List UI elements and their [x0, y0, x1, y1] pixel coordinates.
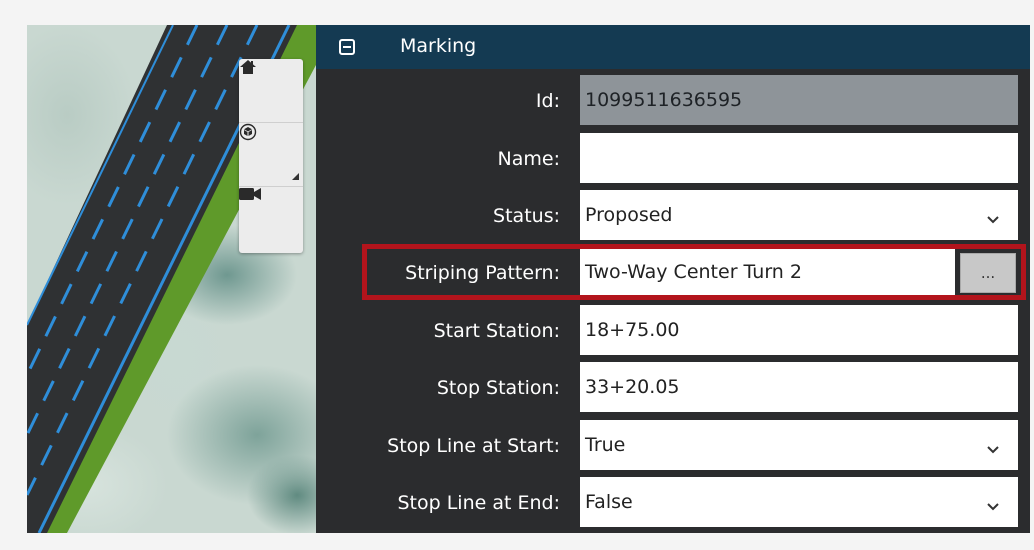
stop-line-at-start-value: True [585, 434, 626, 456]
home-view-button[interactable] [239, 59, 303, 123]
row-status: Status: Proposed [316, 190, 1030, 242]
map-viewport[interactable] [27, 25, 316, 533]
start-station-label: Start Station: [433, 320, 560, 342]
striping-pattern-input[interactable]: Two-Way Center Turn 2 [580, 247, 955, 297]
panel-header: Marking [316, 25, 1030, 69]
chevron-down-icon [986, 207, 1000, 229]
chevron-down-icon [986, 437, 1000, 459]
id-label: Id: [535, 90, 560, 112]
stop-station-label: Stop Station: [436, 377, 560, 399]
striping-pattern-browse-button[interactable]: ... [960, 253, 1016, 293]
row-stop-station: Stop Station: 33+20.05 [316, 362, 1030, 414]
status-select[interactable]: Proposed [580, 190, 1018, 240]
row-name: Name: [316, 133, 1030, 185]
row-stop-line-at-end: Stop Line at End: False [316, 477, 1030, 529]
row-stop-line-at-start: Stop Line at Start: True [316, 420, 1030, 472]
striping-pattern-label: Striping Pattern: [405, 262, 560, 284]
stop-line-at-end-label: Stop Line at End: [397, 492, 560, 514]
map-navigation-toolbar [239, 59, 303, 253]
row-striping-pattern: Striping Pattern: Two-Way Center Turn 2 … [316, 247, 1030, 299]
row-id: Id: 1099511636595 [316, 75, 1030, 127]
start-station-input[interactable]: 18+75.00 [580, 305, 1018, 355]
application-window: Marking Id: 1099511636595 Name: Status: … [27, 25, 1030, 533]
stop-line-at-end-select[interactable]: False [580, 477, 1018, 527]
view-cube-button[interactable] [239, 123, 303, 187]
stop-line-at-start-label: Stop Line at Start: [387, 435, 560, 457]
status-label: Status: [493, 205, 560, 227]
name-label: Name: [497, 148, 560, 170]
stop-line-at-start-select[interactable]: True [580, 420, 1018, 470]
name-input[interactable] [580, 133, 1018, 183]
status-value: Proposed [585, 204, 673, 226]
panel-title: Marking [400, 35, 477, 57]
id-field: 1099511636595 [580, 75, 1018, 125]
row-start-station: Start Station: 18+75.00 [316, 305, 1030, 357]
stop-station-input[interactable]: 33+20.05 [580, 362, 1018, 412]
collapse-icon[interactable] [339, 39, 355, 55]
screenshot-frame: Marking Id: 1099511636595 Name: Status: … [0, 0, 1034, 550]
camera-button[interactable] [239, 187, 303, 251]
stop-line-at-end-value: False [585, 491, 633, 513]
properties-panel: Marking Id: 1099511636595 Name: Status: … [316, 25, 1030, 533]
dropdown-corner-indicator [292, 173, 299, 180]
chevron-down-icon [986, 494, 1000, 516]
